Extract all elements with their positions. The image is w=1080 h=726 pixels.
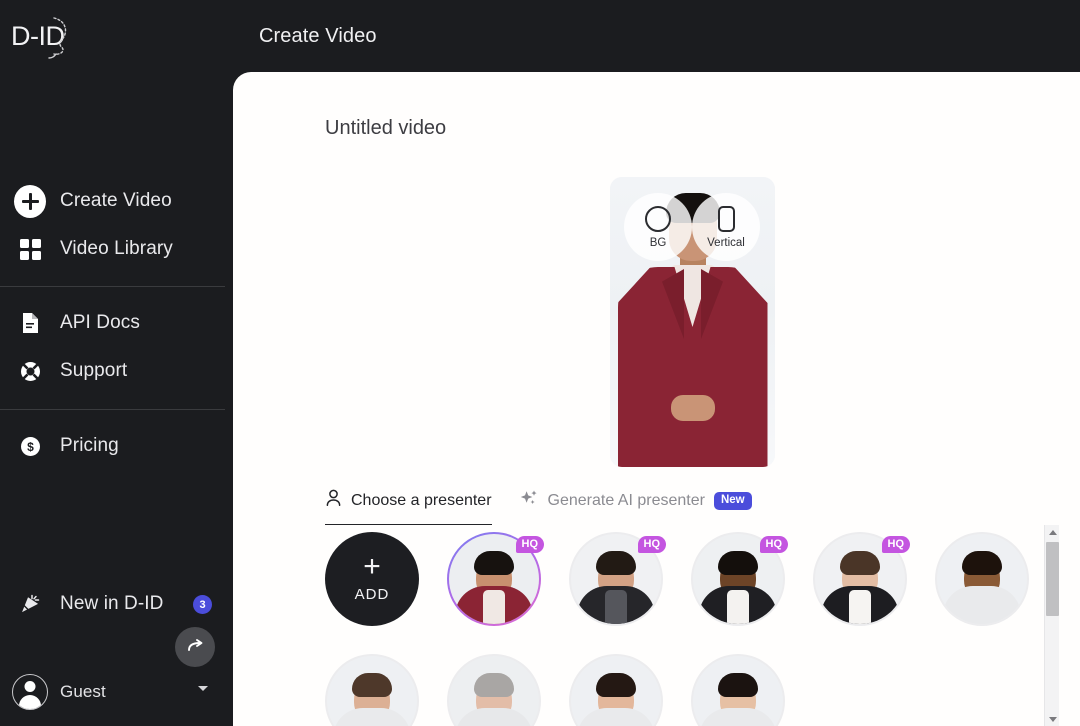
presenter-portrait (693, 656, 783, 726)
new-badge: New (713, 492, 752, 510)
topbar: Create Video (225, 0, 1080, 72)
svg-text:$: $ (27, 440, 34, 454)
sparkles-icon (520, 489, 539, 513)
hq-badge: HQ (881, 536, 910, 554)
chevron-down-icon (1048, 716, 1057, 722)
presenter-portrait (449, 656, 539, 726)
preview-bg-button[interactable]: BG (624, 193, 692, 261)
sidebar-item-label: API Docs (60, 312, 140, 333)
sidebar-item-video-library[interactable]: Video Library (0, 225, 225, 273)
presenter-thumbnail (325, 654, 419, 726)
megaphone-icon (14, 588, 46, 620)
sidebar-item-support[interactable]: Support (0, 347, 225, 395)
presenter-portrait (937, 534, 1027, 624)
presenter-thumbnail (569, 654, 663, 726)
presenter-thumbnail (691, 654, 785, 726)
sidebar-tertiary-group: $ Pricing (0, 422, 225, 470)
tab-choose-a-presenter[interactable]: Choose a presenter (325, 485, 492, 525)
sidebar-divider-2 (0, 409, 225, 410)
chevron-up-icon (1048, 529, 1057, 535)
sidebar: D-ID Create Video Video Library API Docs… (0, 0, 225, 726)
sidebar-item-label: Video Library (60, 238, 173, 259)
presenter-portrait (327, 656, 417, 726)
preview-vertical-label: Vertical (707, 236, 745, 249)
tab-generate-ai-presenter[interactable]: Generate AI presenter New (520, 485, 752, 525)
presenter-item[interactable]: HQ (447, 532, 544, 626)
app-root: D-ID Create Video Video Library API Docs… (0, 0, 1080, 726)
presenter-portrait (571, 656, 661, 726)
main-panel: Untitled video BG Vertical Choose a pres… (233, 72, 1080, 726)
tab-label: Generate AI presenter (547, 492, 705, 509)
presenter-item[interactable]: HQ (813, 532, 910, 626)
sidebar-item-label: Support (60, 360, 128, 381)
preview-vertical-button[interactable]: Vertical (692, 193, 760, 261)
sidebar-item-new-in-d-id[interactable]: New in D-ID (0, 580, 225, 628)
presenter-item[interactable] (935, 532, 1029, 626)
sidebar-secondary-group: API Docs Support (0, 299, 225, 395)
presenter-item[interactable] (691, 654, 785, 726)
new-in-d-id-badge: 3 (193, 595, 212, 614)
hq-badge: HQ (759, 536, 788, 554)
chevron-down-icon[interactable] (198, 686, 208, 691)
tab-label: Choose a presenter (351, 491, 492, 509)
presenter-scrollbar[interactable] (1044, 525, 1059, 726)
avatar-icon (12, 674, 48, 710)
scrollbar-down-button[interactable] (1045, 712, 1060, 726)
sidebar-divider-1 (0, 286, 225, 287)
presenter-item[interactable] (569, 654, 663, 726)
presenter-thumbnail (935, 532, 1029, 626)
page-title: Create Video (259, 24, 377, 47)
person-icon (325, 489, 342, 512)
sidebar-item-create-video[interactable]: Create Video (0, 177, 225, 225)
d-id-logo[interactable]: D-ID (10, 12, 72, 62)
circle-outline-icon (645, 205, 671, 232)
presenter-item[interactable]: HQ (691, 532, 788, 626)
scrollbar-up-button[interactable] (1045, 525, 1060, 539)
hq-badge: HQ (515, 536, 544, 554)
presenter-grid: + ADD HQ HQ HQ HQ (325, 532, 1035, 726)
video-title[interactable]: Untitled video (325, 117, 446, 140)
lifebuoy-icon (14, 355, 46, 387)
presenter-tabs: Choose a presenter Generate AI presenter… (325, 485, 752, 525)
sidebar-item-label: New in D-ID (60, 593, 164, 614)
collapse-arrow-icon (188, 639, 203, 651)
presenter-hands (670, 395, 715, 421)
dollar-circle-icon: $ (14, 430, 46, 462)
grid-icon (14, 233, 46, 265)
sidebar-item-label: Create Video (60, 190, 172, 211)
presenter-item[interactable] (325, 654, 419, 726)
plus-circle-icon (14, 184, 46, 218)
add-presenter-button[interactable]: + ADD (325, 532, 419, 626)
plus-icon: + (363, 549, 381, 583)
user-name: Guest (60, 682, 106, 701)
sidebar-item-api-docs[interactable]: API Docs (0, 299, 225, 347)
presenter-thumbnail (447, 654, 541, 726)
hq-badge: HQ (637, 536, 666, 554)
video-preview[interactable]: BG Vertical (610, 177, 775, 467)
sidebar-item-label: Pricing (60, 435, 119, 456)
document-icon (14, 307, 46, 339)
presenter-item[interactable] (447, 654, 541, 726)
scrollbar-thumb[interactable] (1046, 542, 1059, 616)
preview-bg-label: BG (649, 236, 667, 249)
rounded-rect-outline-icon (717, 205, 735, 232)
add-presenter-label: ADD (354, 585, 390, 603)
svg-text:D-ID: D-ID (11, 21, 65, 51)
sidebar-item-pricing[interactable]: $ Pricing (0, 422, 225, 470)
user-menu[interactable]: Guest (0, 668, 225, 716)
sidebar-primary-group: Create Video Video Library (0, 177, 225, 273)
add-presenter-cell[interactable]: + ADD (325, 532, 419, 626)
sidebar-collapse-button[interactable] (175, 627, 215, 667)
presenter-item[interactable]: HQ (569, 532, 666, 626)
